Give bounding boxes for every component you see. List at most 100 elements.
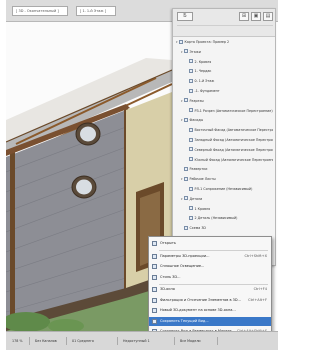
tree-view-icon — [189, 215, 193, 220]
layer-combination-field[interactable]: [ 3D - Окончательный ] — [12, 6, 68, 16]
navigator-header: Б ⊞ ▣ ▤ — [173, 9, 275, 37]
tree-item-label: Южный Фасад (Автоматическое Перестроение… — [194, 157, 274, 162]
tree-view-icon — [184, 117, 188, 122]
tree-view-icon — [189, 59, 193, 64]
menu-item-icon — [152, 318, 157, 324]
tree-item-label: -1. Фундамент — [194, 89, 220, 93]
tree-item[interactable]: ▾ Карта Проекта: Пример 2 — [176, 39, 229, 46]
tree-item[interactable]: ▾ Этажи — [181, 49, 201, 56]
menu-item-label: Открыть — [160, 241, 176, 245]
menu-item-label: Параметры 3D-проекции... — [160, 253, 210, 258]
menu-item-shortcut: Ctrl+Shift+X — [244, 253, 267, 258]
tree-item[interactable]: Северный Фасад (Автоматическое Перестрое… — [186, 147, 273, 154]
tree-item-label: Схема 3D — [189, 226, 206, 231]
tree-view-icon — [189, 137, 193, 142]
tree-view-icon — [189, 78, 193, 83]
tree-item-label: Рабочие Листы — [189, 177, 216, 182]
tree-item[interactable]: Схема 3D — [181, 225, 206, 232]
tree-item-label: Западный Фасад (Автоматическое Перестрое… — [194, 138, 274, 142]
tree-item-label: Карта Проекта: Пример 2 — [184, 40, 230, 44]
tree-item-label: Фасады — [189, 118, 204, 123]
tree-item[interactable]: Развертки — [181, 166, 207, 173]
project-tree: ▾ Карта Проекта: Пример 2 ▾ Этажи 2. Кровля 1… — [176, 39, 273, 263]
tree-item-label: 2 Деталь (Независимый) — [194, 216, 238, 221]
tree-item[interactable]: Западный Фасад (Автоматическое Перестрое… — [186, 137, 273, 144]
menu-item-icon — [152, 287, 157, 292]
tree-view-icon — [184, 49, 188, 54]
tree-view-icon — [189, 68, 193, 73]
status-bar-cell[interactable]: Все Модели — [178, 337, 218, 345]
tree-view-icon — [189, 88, 193, 93]
tree-view-icon — [189, 127, 193, 132]
navigator-filter-row — [177, 25, 273, 33]
menu-item-shortcut: Ctrl+Alt+F — [248, 297, 267, 302]
tree-item[interactable]: РЗ-1 Разрез (Автоматическое Перестроение… — [186, 108, 273, 115]
status-bar-cell[interactable]: 01 Среднего — [70, 337, 118, 345]
view-selector-button[interactable]: Б — [177, 12, 193, 21]
tree-item-label: 2. Кровля — [194, 59, 212, 64]
tree-view-icon — [189, 206, 193, 211]
project-map-icon[interactable]: ⊞ — [239, 12, 249, 21]
menu-item-label: 3D-окно — [160, 287, 175, 291]
status-bar-cell[interactable]: Недоступный 1 — [121, 337, 175, 345]
menu-item[interactable]: Сплошное Освещение... — [149, 262, 271, 271]
tree-view-icon — [179, 39, 183, 44]
tree-item[interactable]: 1. Чердак — [186, 68, 211, 75]
menu-item-icon — [152, 297, 157, 303]
menu-item-icon — [152, 264, 157, 269]
menu-item[interactable]: Сохранить Текущий Вид... — [149, 316, 271, 326]
status-bar-cell[interactable]: 178 % — [10, 337, 30, 345]
tree-item[interactable]: ▾ Рабочие Листы — [181, 176, 216, 183]
tree-item-label: Разрезы — [189, 98, 204, 103]
menu-item-label: Сплошное Освещение... — [160, 264, 205, 268]
status-bar-cell[interactable]: Без Каналов — [33, 337, 67, 345]
tree-item[interactable]: 2. Кровля — [186, 59, 211, 66]
floor-field[interactable]: [ 1. 1-й Этаж ] — [76, 6, 116, 16]
menu-item-label: Новый 3D-документ на основе 3D-окна... — [160, 308, 236, 312]
menu-item-icon — [152, 241, 157, 246]
tree-view-icon — [184, 196, 188, 201]
tree-item[interactable]: РЛ-1 Сопряжение (Независимый) — [186, 186, 252, 193]
view-selector-label: Б — [183, 13, 187, 19]
menu-item-label: Стиль 3D... — [160, 274, 181, 279]
menu-item[interactable]: 3D-окно Ctrl+F4 — [149, 285, 271, 294]
context-menu: Открыть Параметры 3D-проекции... Ctrl+Shif… — [148, 236, 272, 339]
tree-view-icon — [189, 186, 193, 191]
tree-item[interactable]: ▾ Фасады — [181, 117, 203, 124]
tree-item-label: Детали — [189, 196, 203, 201]
tree-view-icon — [189, 108, 193, 113]
tree-item[interactable]: ▾ Разрезы — [181, 98, 204, 105]
tree-item-label: РЗ-1 Разрез (Автоматическое Перестроение… — [194, 108, 273, 113]
tree-item-label: РЛ-1 Сопряжение (Независимый) — [194, 187, 253, 191]
tree-view-icon — [184, 98, 188, 103]
tree-view-icon — [184, 225, 188, 230]
tree-view-icon — [184, 166, 188, 171]
layout-book-icon[interactable]: ▤ — [263, 12, 273, 21]
menu-item[interactable]: Стиль 3D... — [149, 273, 271, 282]
menu-item-icon — [152, 253, 157, 259]
menu-item-icon — [152, 308, 157, 313]
menu-item[interactable]: Открыть — [149, 239, 271, 248]
menu-item-icon — [152, 274, 157, 280]
tree-item-label: Развертки — [189, 167, 208, 172]
menu-item[interactable]: Новый 3D-документ на основе 3D-окна... — [149, 306, 271, 315]
navigator-panel: Б ⊞ ▣ ▤ ▾ Карта Проекта: Пример 2 ▾ Этажи 2.… — [172, 8, 276, 266]
view-map-icon[interactable]: ▣ — [251, 12, 261, 21]
tree-item[interactable]: ▾ Детали — [181, 196, 202, 203]
tree-item[interactable]: -1. Фундамент — [186, 88, 220, 95]
tree-item-label: 1 Кровля — [194, 206, 211, 211]
tree-view-icon — [189, 147, 193, 152]
tree-view-icon — [189, 157, 193, 162]
status-bar: 178 % Без Каналов 01 Среднего Недоступный 1… — [6, 331, 278, 350]
tree-item[interactable]: Восточный Фасад (Автоматическое Перестро… — [186, 127, 273, 134]
tree-item[interactable]: 1 Кровля — [186, 206, 210, 213]
tree-item[interactable]: 0. 1-й Этаж — [186, 78, 214, 85]
menu-item[interactable]: Фильтрация и Отсечение Элементов в 3D...… — [149, 296, 271, 305]
tree-item-label: Восточный Фасад (Автоматическое Перестро… — [194, 128, 274, 133]
tree-item[interactable]: 2 Деталь (Независимый) — [186, 215, 237, 222]
menu-item[interactable]: Параметры 3D-проекции... Ctrl+Shift+X — [149, 252, 271, 261]
tree-item[interactable]: Южный Фасад (Автоматическое Перестроение… — [186, 157, 273, 164]
tree-item-label: 1. Чердак — [194, 69, 212, 74]
tree-item-label: Северный Фасад (Автоматическое Перестрое… — [194, 147, 274, 152]
tree-view-icon — [184, 176, 188, 181]
